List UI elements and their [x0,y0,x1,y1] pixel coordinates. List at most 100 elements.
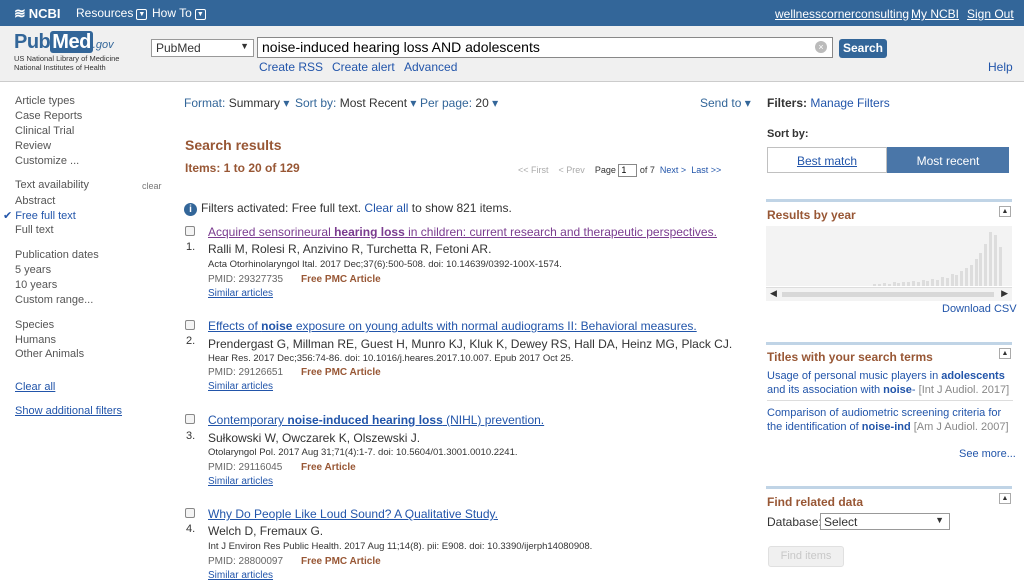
year-bar[interactable] [883,283,886,286]
related-title-link[interactable]: Comparison of audiometric screening crit… [767,406,1013,434]
search-input[interactable]: noise-induced hearing loss AND adolescen… [257,37,833,58]
pager-first[interactable]: << First [518,165,549,175]
filter-case-reports[interactable]: Case Reports [15,110,82,122]
result-checkbox[interactable] [185,414,195,424]
collapse-icon[interactable]: ▲ [999,493,1011,504]
pager-last[interactable]: Last >> [691,165,721,175]
chart-scrollbar[interactable]: ◀ ▶ [766,287,1012,301]
year-bar[interactable] [989,232,992,286]
year-bar[interactable] [955,275,958,286]
result-title-link[interactable]: Effects of noise exposure on young adult… [208,319,697,333]
create-alert-link[interactable]: Create alert [332,60,395,74]
year-bar[interactable] [888,284,891,286]
my-ncbi-link[interactable]: My NCBI [911,7,959,21]
clear-text-availability[interactable]: clear [142,181,162,191]
year-bar[interactable] [878,284,881,286]
result-title-link[interactable]: Acquired sensorineural hearing loss in c… [208,225,717,239]
result-free-article[interactable]: Free PMC Article [301,367,381,378]
similar-articles-link[interactable]: Similar articles [208,570,273,581]
result-free-article[interactable]: Free PMC Article [301,274,381,285]
filter-review[interactable]: Review [15,140,51,152]
pubmed-logo[interactable]: Pub Med .gov US National Library of Medici… [14,31,119,72]
advanced-link[interactable]: Advanced [404,60,457,74]
result-title-link[interactable]: Contemporary noise-induced hearing loss … [208,413,544,427]
clear-all-filters-inline-link[interactable]: Clear all [364,201,408,215]
similar-articles-link[interactable]: Similar articles [208,288,273,299]
filter-abstract[interactable]: Abstract [15,195,55,207]
year-bar[interactable] [951,274,954,286]
search-button[interactable]: Search [839,39,887,58]
scroll-thumb[interactable] [782,292,994,297]
result-free-article[interactable]: Free PMC Article [301,556,381,567]
year-bar[interactable] [912,281,915,286]
format-control[interactable]: Format: Summary ▾ [184,96,289,110]
year-bar[interactable] [907,282,910,286]
year-bar[interactable] [999,247,1002,286]
howto-menu[interactable]: How To ▼ [152,6,206,20]
best-match-button[interactable]: Best match [767,147,887,173]
collapse-icon[interactable]: ▲ [999,206,1011,217]
filter-customize[interactable]: Customize ... [15,155,79,167]
scroll-left-icon[interactable]: ◀ [770,288,777,299]
year-bar[interactable] [926,281,929,286]
user-link[interactable]: wellnesscornerconsulting [775,7,909,21]
resources-menu[interactable]: Resources ▼ [76,6,148,20]
results-by-year-chart[interactable] [766,226,1012,286]
filter-free-full-text[interactable]: ✔ Free full text [3,209,76,222]
result-checkbox[interactable] [185,226,195,236]
similar-articles-link[interactable]: Similar articles [208,381,273,392]
year-bar[interactable] [897,283,900,286]
filter-other-animals[interactable]: Other Animals [15,348,84,360]
clear-all-filters-link[interactable]: Clear all [15,381,55,393]
page-number-input[interactable]: 1 [618,164,638,177]
ncbi-logo[interactable]: ≋ NCBI [14,5,61,22]
filter-clinical-trial[interactable]: Clinical Trial [15,125,74,137]
database-select[interactable]: PubMed ▼ [151,39,254,57]
filter-humans[interactable]: Humans [15,334,56,346]
manage-filters-link[interactable]: Manage Filters [810,96,889,110]
year-bar[interactable] [970,265,973,286]
create-rss-link[interactable]: Create RSS [259,60,323,74]
year-bar[interactable] [873,284,876,286]
filter-full-text[interactable]: Full text [15,224,54,236]
database-dropdown[interactable]: Select ▼ [820,513,950,530]
sort-control[interactable]: Sort by: Most Recent ▾ [295,96,416,110]
result-free-article[interactable]: Free Article [301,462,356,473]
year-bar[interactable] [994,235,997,286]
filter-10-years[interactable]: 10 years [15,279,57,291]
scroll-right-icon[interactable]: ▶ [1001,288,1008,299]
find-items-button[interactable]: Find items [768,546,844,567]
year-bar[interactable] [975,259,978,286]
help-link[interactable]: Help [988,60,1013,74]
year-bar[interactable] [893,282,896,286]
result-checkbox[interactable] [185,508,195,518]
pager-next[interactable]: Next > [660,165,686,175]
clear-search-icon[interactable]: × [815,41,827,53]
year-bar[interactable] [965,268,968,286]
filter-custom-range[interactable]: Custom range... [15,294,93,306]
year-bar[interactable] [960,271,963,286]
filter-5-years[interactable]: 5 years [15,264,51,276]
year-bar[interactable] [979,253,982,286]
collapse-icon[interactable]: ▲ [999,348,1011,359]
year-bar[interactable] [941,277,944,286]
sign-out-link[interactable]: Sign Out [967,7,1014,21]
year-bar[interactable] [902,282,905,286]
send-to-control[interactable]: Send to ▾ [700,96,751,110]
year-bar[interactable] [931,279,934,286]
show-additional-filters-link[interactable]: Show additional filters [15,405,122,417]
see-more-link[interactable]: See more... [959,448,1016,460]
year-bar[interactable] [922,280,925,286]
pager-prev[interactable]: < Prev [559,165,585,175]
year-bar[interactable] [936,280,939,286]
most-recent-button[interactable]: Most recent [887,147,1009,173]
per-page-control[interactable]: Per page: 20 ▾ [420,96,498,110]
result-checkbox[interactable] [185,320,195,330]
year-bar[interactable] [946,278,949,286]
result-title-link[interactable]: Why Do People Like Loud Sound? A Qualita… [208,507,498,521]
related-title-link[interactable]: Usage of personal music players in adole… [767,369,1013,397]
year-bar[interactable] [917,282,920,286]
similar-articles-link[interactable]: Similar articles [208,476,273,487]
download-csv-link[interactable]: Download CSV [942,303,1017,315]
year-bar[interactable] [984,244,987,286]
